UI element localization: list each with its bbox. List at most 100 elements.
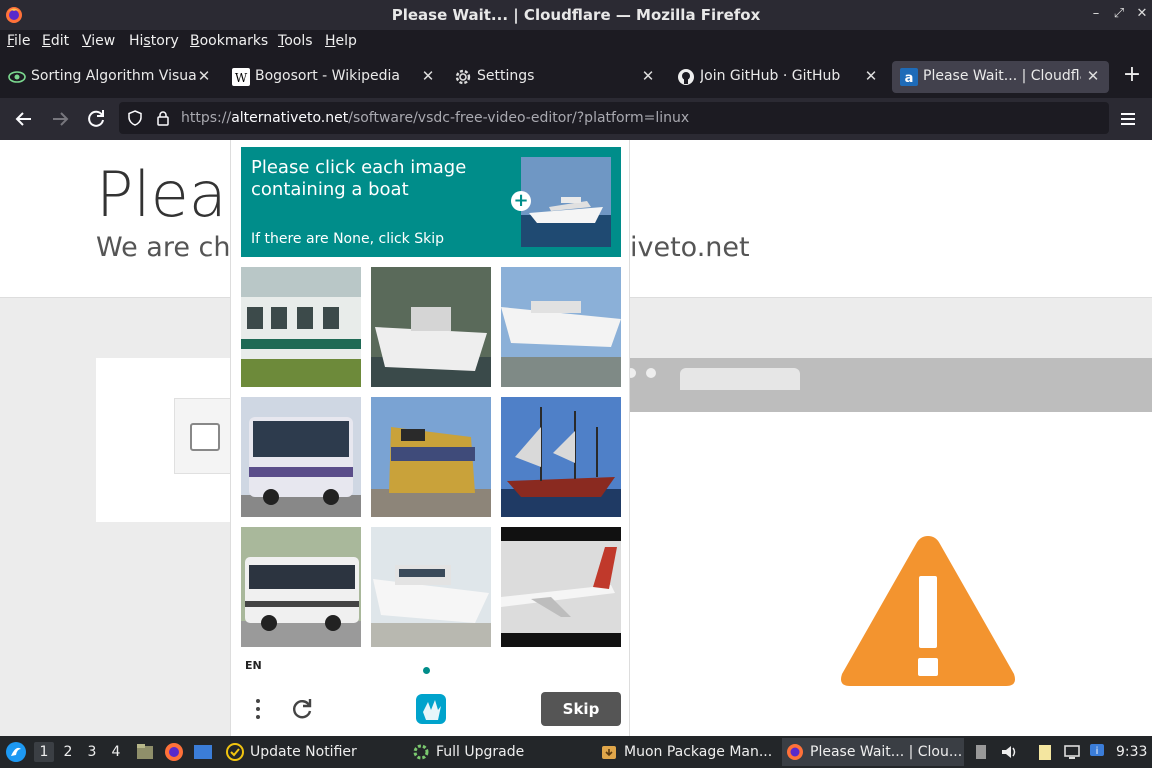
workspace-3[interactable]: 3	[82, 742, 102, 762]
tab-label: Please Wait... | Cloudflar	[923, 68, 1081, 84]
hamburger-menu-icon[interactable]	[1116, 107, 1140, 131]
tab-sorting-algorithm[interactable]: Sorting Algorithm Visual ✕	[0, 61, 220, 93]
eye-icon	[8, 71, 26, 83]
verify-checkbox-container	[174, 398, 234, 474]
taskbar: 1 2 3 4 Update Notifier Full Upgrade Muo…	[0, 736, 1152, 768]
expand-sample-icon[interactable]: +	[511, 191, 531, 211]
reload-button[interactable]	[84, 107, 108, 131]
workspace-4[interactable]: 4	[106, 742, 126, 762]
image-tile-locomotive[interactable]	[371, 397, 491, 517]
task-label: Full Upgrade	[436, 744, 525, 760]
captcha-hint: If there are None, click Skip	[251, 231, 445, 247]
clipboard-icon[interactable]	[972, 743, 990, 761]
alternativeto-icon: a	[900, 68, 918, 86]
update-notifier-icon	[226, 743, 244, 761]
tab-label: Sorting Algorithm Visual	[31, 68, 196, 84]
clock: 9:33	[1116, 744, 1148, 760]
close-window-button[interactable]: ✕	[1134, 6, 1150, 22]
url-text[interactable]: https://alternativeto.net/software/vsdc-…	[181, 110, 689, 126]
page-subheading-domain: iveto.net	[630, 232, 750, 263]
back-button[interactable]	[12, 107, 36, 131]
window-title: Please Wait... | Cloudflare — Mozilla Fi…	[391, 6, 761, 24]
close-tab-icon[interactable]: ✕	[1085, 67, 1101, 85]
close-tab-icon[interactable]: ✕	[196, 67, 212, 85]
gear-icon	[413, 744, 429, 760]
menu-file[interactable]: File	[7, 33, 30, 49]
menu-bar: File Edit View History Bookmarks Tools H…	[0, 30, 1152, 54]
more-options-icon[interactable]	[248, 695, 268, 723]
task-update-notifier[interactable]: Update Notifier	[222, 738, 410, 766]
image-tile-bus[interactable]	[241, 397, 361, 517]
menu-help[interactable]: Help	[325, 33, 357, 49]
svg-text:W: W	[235, 71, 248, 85]
close-tab-icon[interactable]: ✕	[863, 67, 879, 85]
browser-illustration-bar	[620, 358, 1152, 412]
task-muon-package-manager[interactable]: Muon Package Man...	[596, 738, 778, 766]
github-icon	[678, 69, 694, 85]
close-tab-icon[interactable]: ✕	[420, 67, 436, 85]
task-label: Muon Package Man...	[624, 744, 773, 760]
package-icon	[602, 746, 616, 759]
workspace-1[interactable]: 1	[34, 742, 54, 762]
refresh-challenge-icon[interactable]	[289, 696, 315, 722]
hcaptcha-logo-icon	[416, 694, 446, 724]
task-label: Update Notifier	[250, 744, 357, 760]
captcha-image-grid	[241, 267, 621, 647]
forward-button[interactable]	[48, 107, 72, 131]
new-tab-button[interactable]: +	[1120, 63, 1144, 87]
skip-button[interactable]: Skip	[541, 692, 621, 726]
svg-text:a: a	[905, 71, 914, 86]
tab-github[interactable]: Join GitHub · GitHub ✕	[669, 61, 889, 93]
lock-icon[interactable]	[155, 110, 171, 126]
menu-history[interactable]: History	[129, 33, 179, 49]
sample-boat-image[interactable]	[521, 157, 611, 247]
minimize-button[interactable]: –	[1088, 6, 1104, 22]
verify-checkbox[interactable]	[190, 423, 220, 451]
image-tile-boat[interactable]	[501, 267, 621, 387]
menu-view[interactable]: View	[82, 33, 115, 49]
show-desktop-icon[interactable]	[193, 742, 213, 762]
start-menu-icon[interactable]	[5, 741, 27, 763]
tab-label: Settings	[477, 68, 535, 84]
wikipedia-icon: W	[232, 68, 250, 86]
firefox-launcher-icon[interactable]	[164, 742, 184, 762]
menu-edit[interactable]: Edit	[42, 33, 69, 49]
image-tile-sailing-ship[interactable]	[501, 397, 621, 517]
warning-icon	[841, 536, 1015, 686]
workspace-2[interactable]: 2	[58, 742, 78, 762]
captcha-header: Please click each image containing a boa…	[241, 147, 621, 257]
captcha-dialog: Please click each image containing a boa…	[230, 140, 630, 736]
task-full-upgrade[interactable]: Full Upgrade	[408, 738, 596, 766]
image-tile-boat[interactable]	[371, 527, 491, 647]
menu-tools[interactable]: Tools	[278, 33, 313, 49]
tab-label: Bogosort - Wikipedia	[255, 68, 400, 84]
image-tile-boat[interactable]	[371, 267, 491, 387]
gear-icon	[455, 69, 471, 85]
page-subheading: We are ch	[96, 232, 231, 263]
tab-cloudflare[interactable]: a Please Wait... | Cloudflar ✕	[892, 61, 1109, 93]
tab-bar: Sorting Algorithm Visual ✕ W Bogosort - …	[0, 56, 1152, 98]
close-tab-icon[interactable]: ✕	[640, 67, 656, 85]
shield-icon[interactable]	[127, 110, 143, 126]
maximize-button[interactable]: ⤢	[1111, 6, 1127, 22]
notification-icon[interactable]: i	[1088, 742, 1106, 760]
notes-icon[interactable]	[1036, 743, 1054, 761]
language-selector[interactable]: EN	[245, 659, 262, 672]
volume-icon[interactable]	[1000, 743, 1018, 761]
tab-bogosort[interactable]: W Bogosort - Wikipedia ✕	[224, 61, 444, 93]
captcha-prompt: Please click each image containing a boa…	[251, 157, 467, 200]
title-bar: Please Wait... | Cloudflare — Mozilla Fi…	[0, 0, 1152, 30]
firefox-icon	[787, 744, 803, 760]
svg-text:i: i	[1096, 746, 1099, 757]
menu-bookmarks[interactable]: Bookmarks	[190, 33, 268, 49]
tab-settings[interactable]: Settings ✕	[446, 61, 666, 93]
image-tile-train[interactable]	[241, 267, 361, 387]
page-indicator	[423, 667, 430, 674]
tab-label: Join GitHub · GitHub	[700, 68, 841, 84]
image-tile-airplane[interactable]	[501, 527, 621, 647]
network-icon[interactable]	[1063, 743, 1081, 761]
task-firefox-window[interactable]: Please Wait... | Clou...	[782, 738, 964, 766]
image-tile-bus[interactable]	[241, 527, 361, 647]
task-label: Please Wait... | Clou...	[810, 744, 963, 760]
file-manager-icon[interactable]	[135, 742, 155, 762]
